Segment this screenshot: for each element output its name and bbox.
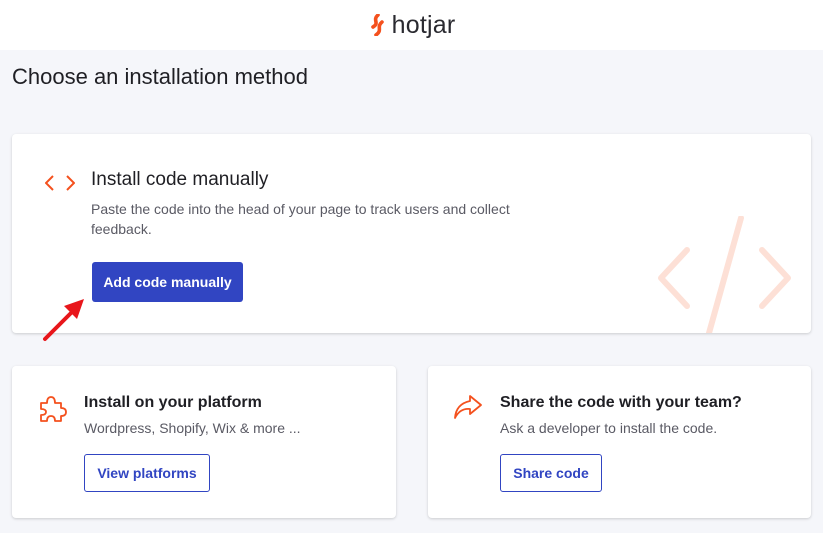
install-manually-card: Install code manually Paste the code int…	[12, 134, 811, 333]
card-title: Install code manually	[91, 169, 269, 190]
share-code-card: Share the code with your team? Ask a dev…	[428, 366, 811, 518]
install-platform-card: Install on your platform Wordpress, Shop…	[12, 366, 396, 518]
card-description: Paste the code into the head of your pag…	[91, 201, 510, 237]
hotjar-flame-icon	[370, 14, 384, 36]
red-arrow-icon	[43, 299, 84, 341]
code-brackets-icon	[45, 175, 75, 191]
logo-text: hotjar	[391, 10, 456, 39]
add-code-manually-button[interactable]: Add code manually	[92, 262, 243, 302]
page-title: Choose an installation method	[12, 64, 308, 89]
card-title: Install on your platform	[84, 394, 262, 411]
card-title: Share the code with your team?	[500, 394, 742, 411]
share-arrow-icon	[454, 395, 482, 419]
view-platforms-button[interactable]: View platforms	[84, 454, 210, 492]
puzzle-icon	[40, 396, 67, 422]
hotjar-logo[interactable]: hotjar	[368, 11, 456, 40]
code-slash-watermark-icon	[658, 216, 791, 333]
card-description: Ask a developer to install the code.	[500, 420, 718, 436]
card-description: Wordpress, Shopify, Wix & more ...	[84, 420, 301, 436]
top-bar: hotjar	[0, 0, 823, 50]
share-code-button[interactable]: Share code	[500, 454, 602, 492]
